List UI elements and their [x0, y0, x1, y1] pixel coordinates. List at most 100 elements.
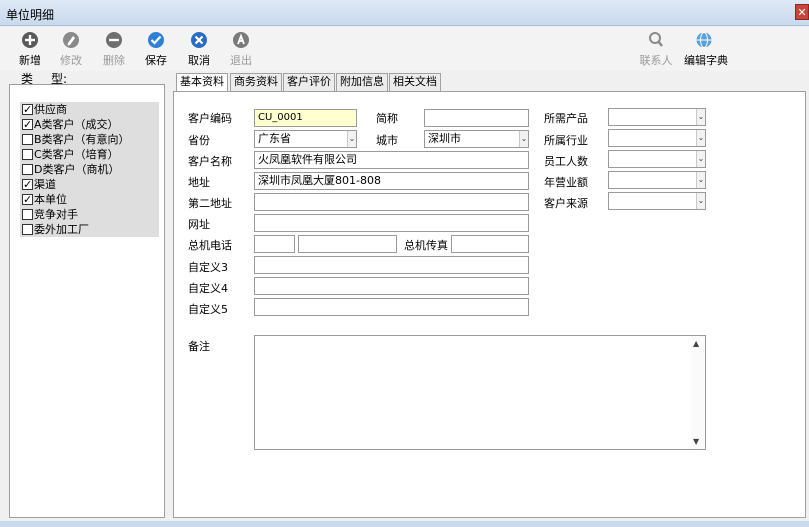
short-name-field[interactable]: [424, 109, 529, 127]
short-name-label: 简称: [376, 112, 398, 125]
chevron-down-icon[interactable]: ⌄: [696, 130, 705, 146]
category-item[interactable]: 竞争对手: [20, 207, 159, 222]
exit-circle-icon: [233, 32, 249, 48]
checkbox[interactable]: [22, 164, 33, 175]
tab-3[interactable]: 附加信息: [336, 73, 388, 91]
city-dropdown[interactable]: 深圳市 ⌄: [424, 130, 529, 148]
custom3-label: 自定义3: [188, 261, 228, 274]
tab-1[interactable]: 商务资料: [230, 73, 282, 91]
phone-area-field[interactable]: [254, 235, 295, 253]
customer-code-label: 客户编码: [188, 112, 232, 125]
edit-circle-icon: [63, 32, 79, 48]
customer-source-dropdown[interactable]: ⌄: [608, 192, 706, 210]
delete-button[interactable]: 删除: [94, 31, 134, 68]
category-item-label: 委外加工厂: [34, 223, 89, 236]
checkbox[interactable]: [22, 134, 33, 145]
category-item[interactable]: 委外加工厂: [20, 222, 159, 237]
save-label: 保存: [145, 54, 167, 67]
fax-field[interactable]: [451, 235, 529, 253]
category-item-label: 渠道: [34, 178, 56, 191]
category-item-label: 竞争对手: [34, 208, 78, 221]
custom3-field[interactable]: [254, 256, 529, 274]
exit-button[interactable]: 退出: [221, 31, 261, 68]
checkbox[interactable]: [22, 209, 33, 220]
employees-dropdown[interactable]: ⌄: [608, 150, 706, 168]
contacts-label: 联系人: [639, 54, 673, 67]
annual-revenue-label: 年营业额: [544, 176, 588, 189]
edit-label: 修改: [60, 54, 82, 67]
province-dropdown[interactable]: 广东省 ⌄: [254, 130, 357, 148]
phone-number-field[interactable]: [298, 235, 397, 253]
tab-2[interactable]: 客户评价: [283, 73, 335, 91]
category-item[interactable]: D类客户（商机）: [20, 162, 159, 177]
globe-icon: [696, 32, 712, 48]
cancel-label: 取消: [188, 54, 210, 67]
checkbox[interactable]: [22, 192, 33, 207]
checkbox[interactable]: [22, 177, 33, 192]
category-item[interactable]: C类客户（培育）: [20, 147, 159, 162]
new-label: 新增: [19, 54, 41, 67]
edit-dictionary-label: 编辑字典: [684, 54, 728, 67]
remarks-textarea[interactable]: ▲ ▼: [254, 335, 706, 450]
edit-button[interactable]: 修改: [51, 31, 91, 68]
address2-field[interactable]: [254, 193, 529, 211]
delete-label: 删除: [103, 54, 125, 67]
industry-label: 所属行业: [544, 134, 588, 147]
website-label: 网址: [188, 218, 210, 231]
city-value: 深圳市: [428, 132, 461, 145]
exit-label: 退出: [230, 54, 252, 67]
custom4-field[interactable]: [254, 277, 529, 295]
checkmark-circle-icon: [148, 32, 164, 48]
checkbox[interactable]: [22, 149, 33, 160]
tab-4[interactable]: 相关文档: [389, 73, 441, 91]
close-icon[interactable]: ✕: [795, 4, 809, 20]
window-bottom-border: [0, 521, 809, 527]
chevron-down-icon[interactable]: ⌄: [696, 109, 705, 125]
checkbox[interactable]: [22, 224, 33, 235]
tab-0[interactable]: 基本资料: [176, 73, 228, 92]
province-value: 广东省: [258, 132, 291, 145]
scroll-up-icon[interactable]: ▲: [693, 339, 699, 348]
phone-label: 总机电话: [188, 239, 232, 252]
customer-code-field[interactable]: CU_0001: [254, 109, 357, 127]
checkbox[interactable]: [22, 117, 33, 132]
fax-label: 总机传真: [404, 239, 448, 252]
chevron-down-icon[interactable]: ⌄: [696, 172, 705, 188]
edit-dictionary-button[interactable]: 编辑字典: [684, 31, 728, 68]
city-label: 城市: [376, 134, 398, 147]
category-item[interactable]: 本单位: [20, 192, 159, 207]
save-button[interactable]: 保存: [136, 31, 176, 68]
remarks-scrollbar[interactable]: ▲ ▼: [691, 336, 705, 449]
category-item[interactable]: 渠道: [20, 177, 159, 192]
category-item-label: B类客户（有意向）: [34, 133, 130, 146]
chevron-down-icon[interactable]: ⌄: [696, 151, 705, 167]
category-list: 供应商 A类客户（成交） B类客户（有意向） C类客户（培育） D类客户（商机） 渠道本单…: [20, 102, 159, 237]
category-item-label: D类客户（商机）: [34, 163, 120, 176]
customer-name-label: 客户名称: [188, 155, 232, 168]
industry-dropdown[interactable]: ⌄: [608, 129, 706, 147]
checkbox[interactable]: [22, 102, 33, 117]
new-button[interactable]: 新增: [10, 31, 50, 68]
required-product-label: 所需产品: [544, 112, 588, 125]
chevron-down-icon[interactable]: ⌄: [519, 131, 528, 147]
category-item[interactable]: A类客户（成交）: [20, 117, 159, 132]
address2-label: 第二地址: [188, 197, 232, 210]
chevron-down-icon[interactable]: ⌄: [347, 131, 356, 147]
category-item-label: 供应商: [34, 103, 67, 116]
plus-circle-icon: [22, 32, 38, 48]
cancel-button[interactable]: 取消: [179, 31, 219, 68]
required-product-dropdown[interactable]: ⌄: [608, 108, 706, 126]
scroll-down-icon[interactable]: ▼: [693, 437, 699, 446]
category-item[interactable]: 供应商: [20, 102, 159, 117]
chevron-down-icon[interactable]: ⌄: [696, 193, 705, 209]
contacts-button[interactable]: 联系人: [636, 31, 676, 68]
category-item[interactable]: B类客户（有意向）: [20, 132, 159, 147]
category-panel: 供应商 A类客户（成交） B类客户（有意向） C类客户（培育） D类客户（商机） 渠道本单…: [9, 84, 165, 518]
category-item-label: A类客户（成交）: [34, 118, 119, 131]
address-field[interactable]: 深圳市凤凰大厦801-808: [254, 172, 529, 190]
custom5-field[interactable]: [254, 298, 529, 316]
customer-name-field[interactable]: 火凤凰软件有限公司: [254, 151, 529, 169]
annual-revenue-dropdown[interactable]: ⌄: [608, 171, 706, 189]
toolbar: 新增 修改 删除 保存 取消 退出 联系人 编辑字典: [0, 27, 809, 71]
website-field[interactable]: [254, 214, 529, 232]
